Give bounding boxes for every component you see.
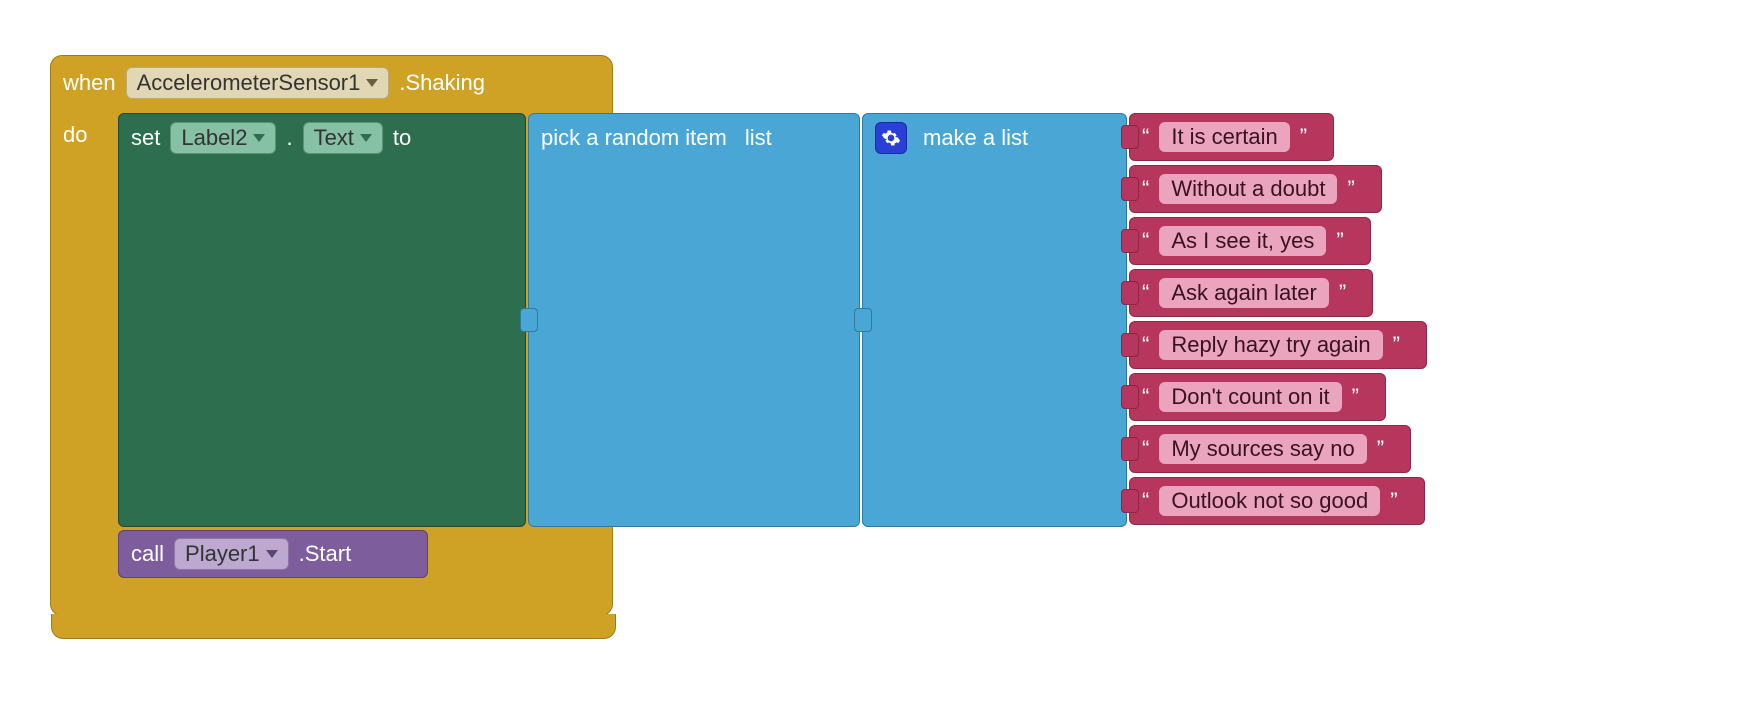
call-component-name: Player1 xyxy=(185,541,260,567)
set-property-name: Text xyxy=(314,125,354,151)
chevron-down-icon xyxy=(266,550,278,558)
open-quote: “ xyxy=(1142,280,1149,306)
pick-random-item-block[interactable]: pick a random item list xyxy=(528,113,860,527)
text-literal-block[interactable]: “ Reply hazy try again ” xyxy=(1129,321,1427,369)
connector xyxy=(520,308,538,332)
chevron-down-icon xyxy=(253,134,265,142)
close-quote: ” xyxy=(1393,332,1400,358)
gear-icon[interactable] xyxy=(875,122,907,154)
when-keyword: when xyxy=(63,70,116,96)
open-quote: “ xyxy=(1142,384,1149,410)
call-method-name: .Start xyxy=(299,541,352,567)
set-keyword: set xyxy=(131,125,160,151)
text-literal-row: “ Don't count on it ” xyxy=(1130,374,1371,420)
text-literal-row: “ Without a doubt ” xyxy=(1130,166,1367,212)
make-list-row: make a list xyxy=(863,114,1126,162)
set-property-block[interactable]: set Label2 . Text to xyxy=(118,113,526,527)
text-literal-value[interactable]: As I see it, yes xyxy=(1159,226,1326,256)
close-quote: ” xyxy=(1377,436,1384,462)
connector xyxy=(854,308,872,332)
close-quote: ” xyxy=(1352,384,1359,410)
text-literal-row: “ It is certain ” xyxy=(1130,114,1319,160)
event-component-name: AccelerometerSensor1 xyxy=(137,70,361,96)
text-literal-block[interactable]: “ As I see it, yes ” xyxy=(1129,217,1371,265)
make-a-list-block[interactable]: make a list xyxy=(862,113,1127,527)
call-component-dropdown[interactable]: Player1 xyxy=(174,538,289,570)
make-a-list-label: make a list xyxy=(923,125,1028,151)
connector xyxy=(1121,229,1139,253)
chevron-down-icon xyxy=(366,79,378,87)
connector xyxy=(1121,177,1139,201)
text-literal-row: “ Ask again later ” xyxy=(1130,270,1358,316)
text-literal-value[interactable]: Ask again later xyxy=(1159,278,1329,308)
close-quote: ” xyxy=(1339,280,1346,306)
event-header: when AccelerometerSensor1 .Shaking xyxy=(51,56,612,110)
call-row: call Player1 .Start xyxy=(119,531,427,577)
chevron-down-icon xyxy=(360,134,372,142)
text-literal-block[interactable]: “ It is certain ” xyxy=(1129,113,1334,161)
to-keyword: to xyxy=(393,125,411,151)
text-literal-block[interactable]: “ My sources say no ” xyxy=(1129,425,1411,473)
text-literal-block[interactable]: “ Ask again later ” xyxy=(1129,269,1373,317)
open-quote: “ xyxy=(1142,488,1149,514)
list-slot-label: list xyxy=(745,125,772,151)
call-method-block[interactable]: call Player1 .Start xyxy=(118,530,428,578)
text-literal-block[interactable]: “ Don't count on it ” xyxy=(1129,373,1386,421)
text-literal-row: “ My sources say no ” xyxy=(1130,426,1396,472)
text-literal-value[interactable]: It is certain xyxy=(1159,122,1289,152)
open-quote: “ xyxy=(1142,332,1149,358)
set-row: set Label2 . Text to xyxy=(119,114,525,162)
set-property-dropdown[interactable]: Text xyxy=(303,122,383,154)
connector xyxy=(1121,333,1139,357)
pick-random-label: pick a random item xyxy=(541,125,727,151)
call-keyword: call xyxy=(131,541,164,567)
text-literal-value[interactable]: Outlook not so good xyxy=(1159,486,1380,516)
close-quote: ” xyxy=(1347,176,1354,202)
event-footer xyxy=(51,614,616,639)
text-literal-value[interactable]: My sources say no xyxy=(1159,434,1366,464)
dot: . xyxy=(286,125,292,151)
connector xyxy=(1121,385,1139,409)
text-literal-value[interactable]: Don't count on it xyxy=(1159,382,1341,412)
open-quote: “ xyxy=(1142,124,1149,150)
event-component-dropdown[interactable]: AccelerometerSensor1 xyxy=(126,67,390,99)
do-keyword: do xyxy=(63,122,87,148)
connector xyxy=(1121,437,1139,461)
set-component-name: Label2 xyxy=(181,125,247,151)
text-literal-block[interactable]: “ Without a doubt ” xyxy=(1129,165,1382,213)
close-quote: ” xyxy=(1390,488,1397,514)
event-name: .Shaking xyxy=(399,70,485,96)
text-literal-row: “ Reply hazy try again ” xyxy=(1130,322,1412,368)
close-quote: ” xyxy=(1336,228,1343,254)
text-literal-row: “ Outlook not so good ” xyxy=(1130,478,1410,524)
gear-svg xyxy=(881,128,901,148)
text-literal-value[interactable]: Without a doubt xyxy=(1159,174,1337,204)
text-literal-block[interactable]: “ Outlook not so good ” xyxy=(1129,477,1425,525)
connector xyxy=(1121,489,1139,513)
pick-random-row: pick a random item list xyxy=(529,114,859,162)
open-quote: “ xyxy=(1142,436,1149,462)
close-quote: ” xyxy=(1300,124,1307,150)
connector xyxy=(1121,281,1139,305)
text-literal-value[interactable]: Reply hazy try again xyxy=(1159,330,1382,360)
open-quote: “ xyxy=(1142,176,1149,202)
text-literal-row: “ As I see it, yes ” xyxy=(1130,218,1356,264)
open-quote: “ xyxy=(1142,228,1149,254)
set-component-dropdown[interactable]: Label2 xyxy=(170,122,276,154)
connector xyxy=(1121,125,1139,149)
